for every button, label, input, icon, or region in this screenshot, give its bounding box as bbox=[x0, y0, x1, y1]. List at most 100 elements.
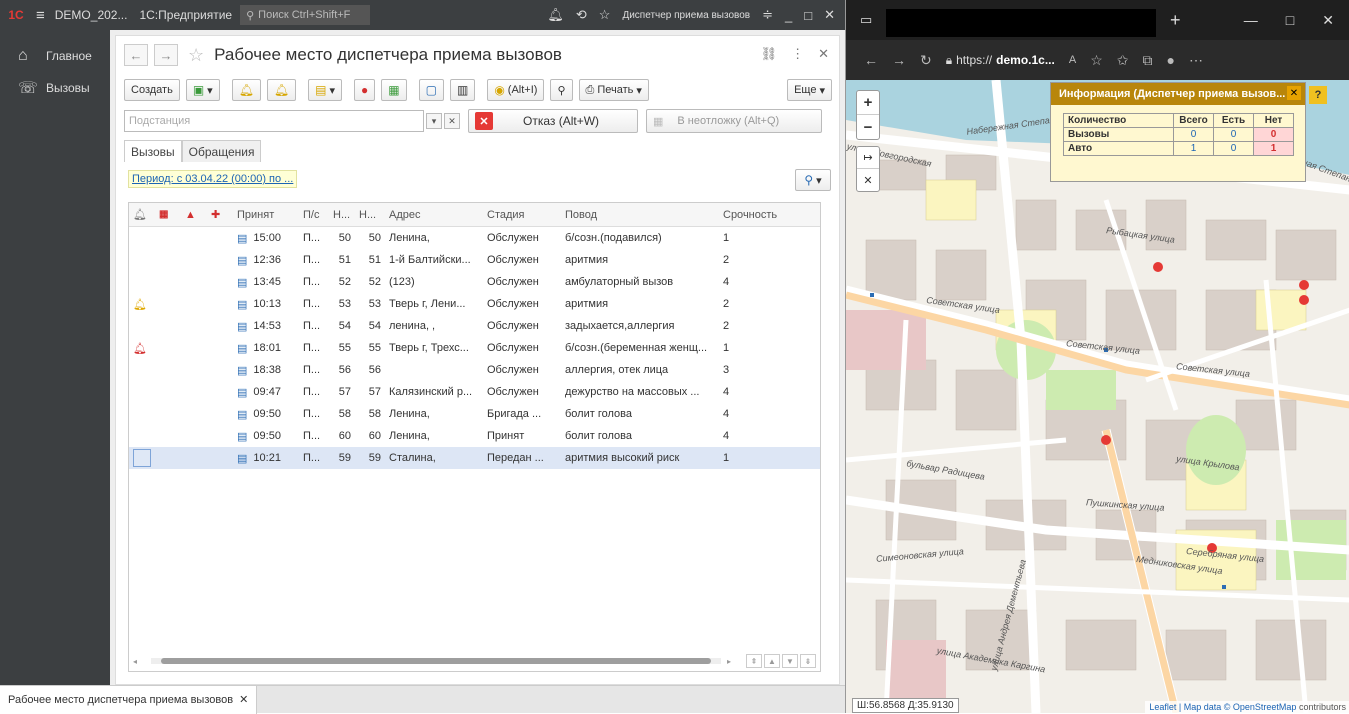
zoom-out-button[interactable]: − bbox=[857, 115, 879, 139]
col-reason[interactable]: Повод bbox=[561, 203, 719, 226]
app-titlebar: 1C ≡ DEMO_202... 1С:Предприятие ⚲ Поиск … bbox=[0, 0, 845, 30]
global-search-input[interactable]: ⚲ Поиск Ctrl+Shift+F bbox=[240, 5, 371, 25]
collections-icon[interactable]: ⧉ bbox=[1142, 52, 1152, 69]
map-view[interactable]: Набережная Степана Разина улица Новгородс… bbox=[846, 80, 1349, 713]
col-address[interactable]: Адрес bbox=[385, 203, 483, 226]
maximize-icon[interactable]: □ bbox=[1286, 12, 1294, 29]
menu-icon[interactable]: ≡ bbox=[36, 7, 45, 24]
maximize-icon[interactable]: □ bbox=[804, 8, 812, 23]
table-row[interactable]: ▤ 09:50 П... 60 60 Ленина, Принят болит голова 4 bbox=[129, 425, 820, 447]
substation-clear-button[interactable]: ✕ bbox=[444, 113, 460, 129]
first-page-button[interactable]: ⇞ bbox=[746, 654, 762, 668]
favorites-add-icon[interactable]: ☆ bbox=[1090, 52, 1103, 69]
open-window-tab[interactable]: Рабочее место диспетчера приема вызовов … bbox=[0, 685, 258, 714]
url-field[interactable]: 🔒︎ https://demo.1c... bbox=[946, 53, 1055, 68]
calendar-column-icon[interactable]: ▦ bbox=[155, 203, 181, 226]
zoom-in-button[interactable]: + bbox=[857, 91, 879, 115]
number-cell: 52 bbox=[368, 276, 381, 288]
add-bell-button[interactable]: 🔔︎ bbox=[231, 79, 261, 101]
tab-calls[interactable]: Вызовы bbox=[124, 140, 182, 162]
form-close-icon[interactable]: ✕ bbox=[818, 46, 829, 62]
tab-actions-icon[interactable]: ▭ bbox=[860, 12, 872, 28]
map-pin-button[interactable]: ● bbox=[354, 79, 376, 101]
scroll-right-icon[interactable]: ▸ bbox=[727, 657, 731, 666]
more-button[interactable]: Еще ▾ bbox=[787, 79, 832, 101]
monitor-button[interactable]: ▢ bbox=[418, 79, 444, 101]
close-icon[interactable]: ✕ bbox=[1322, 12, 1334, 29]
col-n1[interactable]: Н... bbox=[329, 203, 355, 226]
create-button[interactable]: Создать bbox=[124, 79, 180, 101]
table-row[interactable]: ▤ 09:50 П... 58 58 Ленина, Бригада ... болит го… bbox=[129, 403, 820, 425]
bell-column-icon[interactable]: 🔔︎ bbox=[129, 203, 155, 226]
table-row[interactable]: ▤ 14:53 П... 54 54 ленина, , Обслужен задыхаетс… bbox=[129, 315, 820, 337]
more-icon[interactable]: ⋯ bbox=[1189, 52, 1203, 69]
col-n2[interactable]: Н... bbox=[355, 203, 385, 226]
help-button[interactable]: ? bbox=[1309, 86, 1327, 104]
last-page-button[interactable]: ⇟ bbox=[800, 654, 816, 668]
read-aloud-icon[interactable]: A bbox=[1069, 54, 1076, 66]
save-dropdown-button[interactable]: ▣ ▾ bbox=[185, 79, 220, 101]
table-row[interactable]: ▤ 13:45 П... 52 52 (123) Обслужен амбулаторный … bbox=[129, 271, 820, 293]
grid-search-button[interactable]: ⚲ ▾ bbox=[795, 169, 831, 191]
to-urgent-button[interactable]: ▦ В неотложку (Alt+Q) bbox=[646, 109, 822, 133]
profile-icon[interactable]: ● bbox=[1166, 52, 1174, 68]
minimize-icon[interactable]: — bbox=[1244, 12, 1258, 29]
favorites-icon[interactable]: ☆ bbox=[599, 7, 611, 23]
close-tab-icon[interactable]: ✕ bbox=[239, 693, 248, 706]
next-page-button[interactable]: ▼ bbox=[782, 654, 798, 668]
back-button[interactable]: ← bbox=[124, 44, 148, 66]
table-row[interactable]: 🔔︎ ▤ 18:01 П... 55 55 Тверь г, Трехс... Обслуже… bbox=[129, 337, 820, 359]
close-icon[interactable]: ✕ bbox=[824, 7, 835, 23]
table-row[interactable]: 🔔︎ ▤ 10:13 П... 53 53 Тверь г, Лени... Обслужен… bbox=[129, 293, 820, 315]
table-row[interactable]: ▤ 18:38 П... 56 56 Обслужен аллергия, отек лиц… bbox=[129, 359, 820, 381]
calls-table[interactable]: 🔔︎ ▦ ▲ ✚ Принят П/с Н... Н... Адрес Стад… bbox=[128, 202, 821, 672]
table-row[interactable]: ▤ 12:36 П... 51 51 1-й Балтийски... Обслужен ар… bbox=[129, 249, 820, 271]
book-button[interactable]: ▥ bbox=[449, 79, 476, 101]
row-selector[interactable] bbox=[133, 449, 151, 467]
clear-map-button[interactable]: ✕ bbox=[857, 169, 879, 191]
period-link[interactable]: Период: с 03.04.22 (00:00) по ... bbox=[128, 170, 298, 188]
info-close-button[interactable]: ✕ bbox=[1287, 86, 1301, 100]
reload-icon[interactable]: ↻ bbox=[920, 52, 932, 69]
scroll-left-icon[interactable]: ◂ bbox=[133, 657, 137, 666]
fit-bounds-button[interactable]: ↦ bbox=[857, 147, 879, 169]
col-urgency[interactable]: Срочность bbox=[719, 203, 787, 226]
favorite-star-icon[interactable]: ☆ bbox=[188, 45, 204, 66]
forward-button[interactable]: → bbox=[154, 44, 178, 66]
ambulance-column-icon[interactable]: ✚ bbox=[207, 203, 233, 226]
refuse-button[interactable]: ✕ Отказ (Alt+W) bbox=[468, 109, 638, 133]
prev-page-button[interactable]: ▲ bbox=[764, 654, 780, 668]
alert-column-icon[interactable]: ▲ bbox=[181, 203, 207, 226]
browser-tab[interactable] bbox=[886, 9, 1156, 37]
link-icon[interactable]: ⛓ bbox=[761, 46, 778, 62]
table-row[interactable]: ▤ 09:47 П... 57 57 Калязинский р... Обслужен де… bbox=[129, 381, 820, 403]
col-accepted[interactable]: Принят bbox=[233, 203, 299, 226]
sidebar-item-calls[interactable]: ☏ Вызовы bbox=[0, 72, 110, 104]
info-table: Количество Всего Есть Нет Вызовы 0 0 0 А… bbox=[1063, 113, 1294, 156]
search-button[interactable]: ⚲ bbox=[550, 79, 573, 101]
sidebar-item-main[interactable]: ⌂ Главное bbox=[0, 40, 110, 72]
history-icon[interactable]: ⟲ bbox=[576, 7, 587, 23]
minimize-icon[interactable]: _ bbox=[785, 8, 792, 23]
col-substation[interactable]: П/с bbox=[299, 203, 329, 226]
back-icon[interactable]: ← bbox=[864, 52, 878, 68]
horizontal-scrollbar[interactable] bbox=[151, 658, 722, 664]
call-doc-icon: ▤ bbox=[237, 364, 248, 377]
substation-dropdown-button[interactable]: ▾ bbox=[426, 113, 442, 129]
new-tab-icon[interactable]: + bbox=[1170, 10, 1181, 31]
favorites-icon[interactable]: ✩ bbox=[1117, 52, 1129, 69]
eye-alt-i-button[interactable]: ◉ (Alt+I) bbox=[487, 79, 545, 101]
table-row[interactable]: ▤ 10:21 П... 59 59 Сталина, Передан ... аритмия… bbox=[129, 447, 820, 469]
more-menu-icon[interactable]: ⋮ bbox=[791, 46, 804, 62]
print-button[interactable]: ⎙ Печать ▾ bbox=[578, 79, 649, 101]
map-button[interactable]: ▦ bbox=[381, 79, 407, 101]
bell-button[interactable]: 🔔︎ bbox=[266, 79, 297, 101]
table-row[interactable]: ▤ 15:00 П... 50 50 Ленина, Обслужен б/созн.(под… bbox=[129, 227, 820, 249]
settings-icon[interactable]: ≑ bbox=[762, 7, 773, 23]
tab-requests[interactable]: Обращения bbox=[181, 140, 262, 162]
bell-icon[interactable]: 🔔︎ bbox=[547, 7, 564, 23]
substation-field[interactable]: Подстанция bbox=[124, 110, 424, 132]
forward-icon[interactable]: → bbox=[892, 52, 906, 68]
col-stage[interactable]: Стадия bbox=[483, 203, 561, 226]
report-dropdown-button[interactable]: ▤ ▾ bbox=[308, 79, 343, 101]
